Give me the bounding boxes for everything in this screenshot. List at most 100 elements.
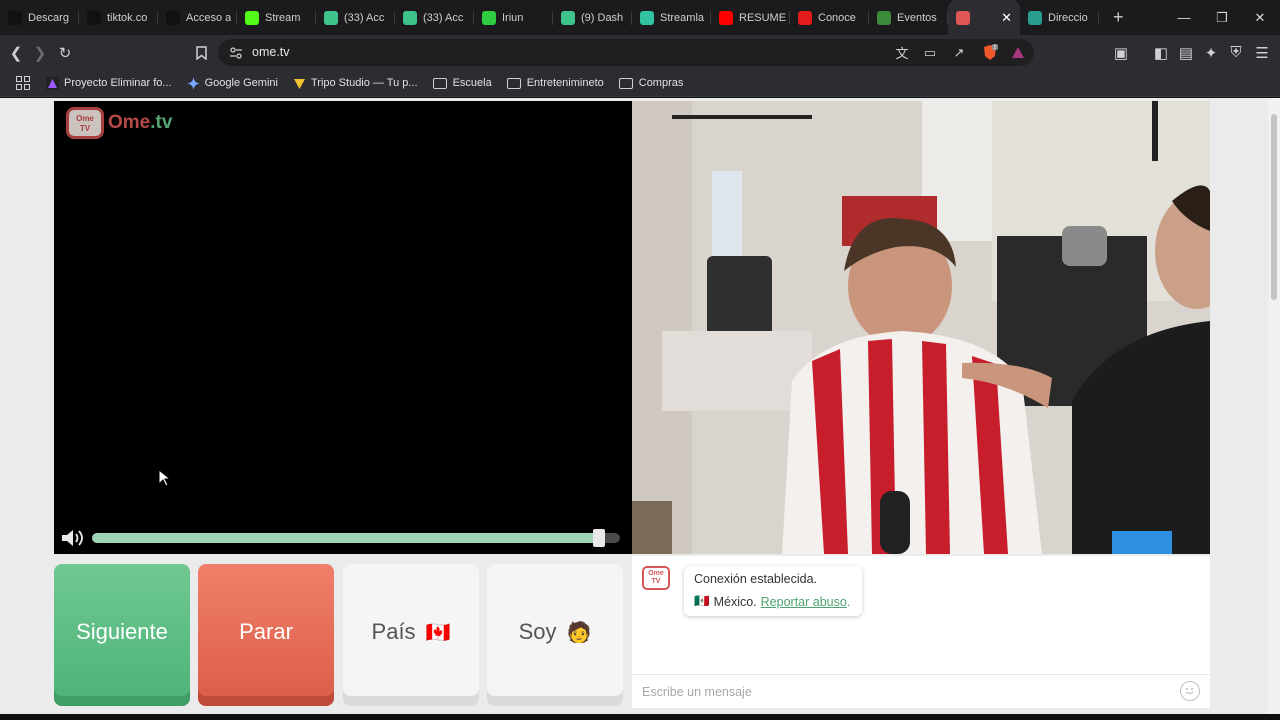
browser-tab[interactable]: Eventos — [869, 0, 948, 35]
app-icon — [324, 10, 338, 25]
browser-tab[interactable]: Descarg — [0, 0, 79, 35]
dot-icon — [482, 10, 496, 25]
browser-tab[interactable]: Streamla — [632, 0, 711, 35]
volume-slider-fill — [92, 533, 599, 543]
browser-tab[interactable]: RESUME — [711, 0, 790, 35]
bookmarks-bar: Proyecto Eliminar fo... Google Gemini Tr… — [0, 70, 1280, 97]
mouse-cursor-icon — [158, 469, 170, 487]
folder-icon — [618, 77, 633, 89]
tab-title: RESUME — [739, 11, 787, 24]
tab-title: Stream — [265, 11, 301, 24]
tiktok-icon — [87, 10, 101, 25]
tab-title: (33) Acc — [423, 11, 464, 24]
minimize-icon[interactable]: — — [1165, 0, 1203, 35]
gender-button[interactable]: Soy 🧑 — [487, 564, 623, 706]
tab-title: Conoce — [818, 11, 856, 24]
local-video: Ome TV Ome.tv — [54, 101, 632, 554]
forward-icon[interactable]: ❯ — [28, 35, 52, 70]
close-window-icon[interactable]: ✕ — [1241, 0, 1279, 35]
message-placeholder: Escribe un mensaje — [642, 685, 752, 699]
remote-video-frame — [632, 101, 1210, 554]
site-settings-icon[interactable] — [224, 39, 248, 66]
browser-tab[interactable]: Conoce — [790, 0, 869, 35]
menu-icon[interactable]: ☰ — [1250, 35, 1274, 70]
apps-grid-icon[interactable] — [0, 70, 46, 97]
window-bottom-edge — [0, 714, 1280, 720]
browser-tab[interactable]: tiktok.co — [79, 0, 158, 35]
remote-video — [632, 101, 1210, 554]
tab-title: Descarg — [28, 11, 69, 24]
brave-rewards-icon[interactable] — [1006, 39, 1030, 66]
tab-title: Streamla — [660, 11, 705, 24]
stop-button[interactable]: Parar — [198, 564, 334, 706]
volume-slider-handle[interactable] — [592, 529, 605, 547]
soccer-icon — [877, 10, 891, 25]
triangle-icon — [46, 76, 59, 90]
scrollbar-thumb[interactable] — [1271, 114, 1277, 300]
youtube-icon — [719, 10, 733, 25]
tiktok-icon — [166, 10, 180, 25]
bookmark-proyecto[interactable]: Proyecto Eliminar fo... — [46, 76, 172, 90]
screenshot-icon[interactable]: ▣ — [1109, 35, 1133, 70]
volume-slider[interactable] — [92, 529, 620, 547]
tab-title: Eventos — [897, 11, 937, 24]
translate-icon[interactable]: 文 — [890, 39, 914, 66]
tab-title: (33) Acc — [344, 11, 385, 24]
browser-tab[interactable]: (33) Acc — [316, 0, 395, 35]
maximize-icon[interactable]: ❐ — [1203, 0, 1241, 35]
tiktok-icon — [8, 10, 22, 25]
brand-icon — [798, 10, 812, 25]
bookmark-icon[interactable] — [189, 35, 213, 70]
chat-panel: Ome TV Conexión establecida. 🇲🇽 México. R… — [632, 556, 1210, 708]
share-icon[interactable]: ↗ — [947, 39, 971, 66]
folder-icon — [506, 77, 521, 89]
report-abuse-link[interactable]: Reportar abuso — [761, 595, 847, 609]
close-tab-icon[interactable]: ✕ — [1001, 10, 1012, 26]
reload-icon[interactable]: ↻ — [53, 35, 77, 70]
ometv-chat-icon: Ome TV — [642, 566, 670, 590]
bookmark-folder-entretenimiento[interactable]: Entretenimineto — [506, 77, 604, 89]
page-scrollbar[interactable] — [1268, 98, 1280, 714]
tab-title: Direccio — [1048, 11, 1088, 24]
bookmark-folder-compras[interactable]: Compras — [618, 77, 683, 89]
bookmark-tripo[interactable]: Tripo Studio — Tu p... — [293, 77, 418, 90]
tripo-icon — [293, 78, 305, 89]
tab-strip: Descarg tiktok.co Acceso a Stream (33) Acc (3… — [0, 0, 1280, 35]
sidebar-icon[interactable]: ◧ — [1149, 35, 1173, 70]
browser-tab[interactable]: Direccio — [1020, 0, 1099, 35]
url-text: ome.tv — [252, 45, 290, 59]
wallet-icon[interactable]: ▤ — [1174, 35, 1198, 70]
tab-title: Acceso a — [186, 11, 232, 24]
vpn-icon[interactable]: ⛨ — [1224, 35, 1248, 70]
tab-title: (9) Dash — [581, 11, 624, 24]
person-icon: 🧑 — [566, 621, 592, 644]
kick-icon — [245, 10, 259, 25]
bookmark-folder-escuela[interactable]: Escuela — [432, 77, 492, 89]
gemini-icon — [186, 76, 200, 90]
browser-tab[interactable]: Stream — [237, 0, 316, 35]
brave-shields-icon[interactable]: 2 — [978, 39, 1002, 66]
next-button[interactable]: Siguiente — [54, 564, 190, 706]
volume-icon[interactable] — [60, 527, 86, 549]
globe-icon — [1028, 10, 1042, 25]
country-button[interactable]: País 🇨🇦 — [343, 564, 479, 706]
browser-toolbar: ❮ ❯ ↻ ome.tv 文 ▭ ↗ 2 ▣ ◧ ▤ ✦ ⛨ ☰ — [0, 35, 1280, 70]
browser-tab[interactable]: (33) Acc — [395, 0, 474, 35]
svg-text:2: 2 — [993, 45, 996, 51]
cast-icon[interactable]: ▭ — [918, 39, 942, 66]
tab-title: tiktok.co — [107, 11, 148, 24]
address-bar[interactable]: ome.tv 文 ▭ ↗ 2 — [218, 39, 1034, 66]
system-message: Conexión establecida. 🇲🇽 México. Reporta… — [684, 566, 862, 616]
browser-tab[interactable]: Acceso a — [158, 0, 237, 35]
bookmark-gemini[interactable]: Google Gemini — [186, 76, 278, 90]
browser-tab[interactable]: ✕ — [948, 0, 1020, 35]
app-icon — [403, 10, 417, 25]
leo-ai-icon[interactable]: ✦ — [1199, 35, 1223, 70]
message-input[interactable]: Escribe un mensaje — [632, 674, 1210, 708]
back-icon[interactable]: ❮ — [4, 35, 28, 70]
emoji-icon[interactable] — [1180, 681, 1200, 701]
browser-tab[interactable]: (9) Dash — [553, 0, 632, 35]
partner-country: México. — [713, 594, 757, 609]
new-tab-button[interactable]: + — [1113, 7, 1124, 28]
browser-tab[interactable]: Iriun — [474, 0, 553, 35]
